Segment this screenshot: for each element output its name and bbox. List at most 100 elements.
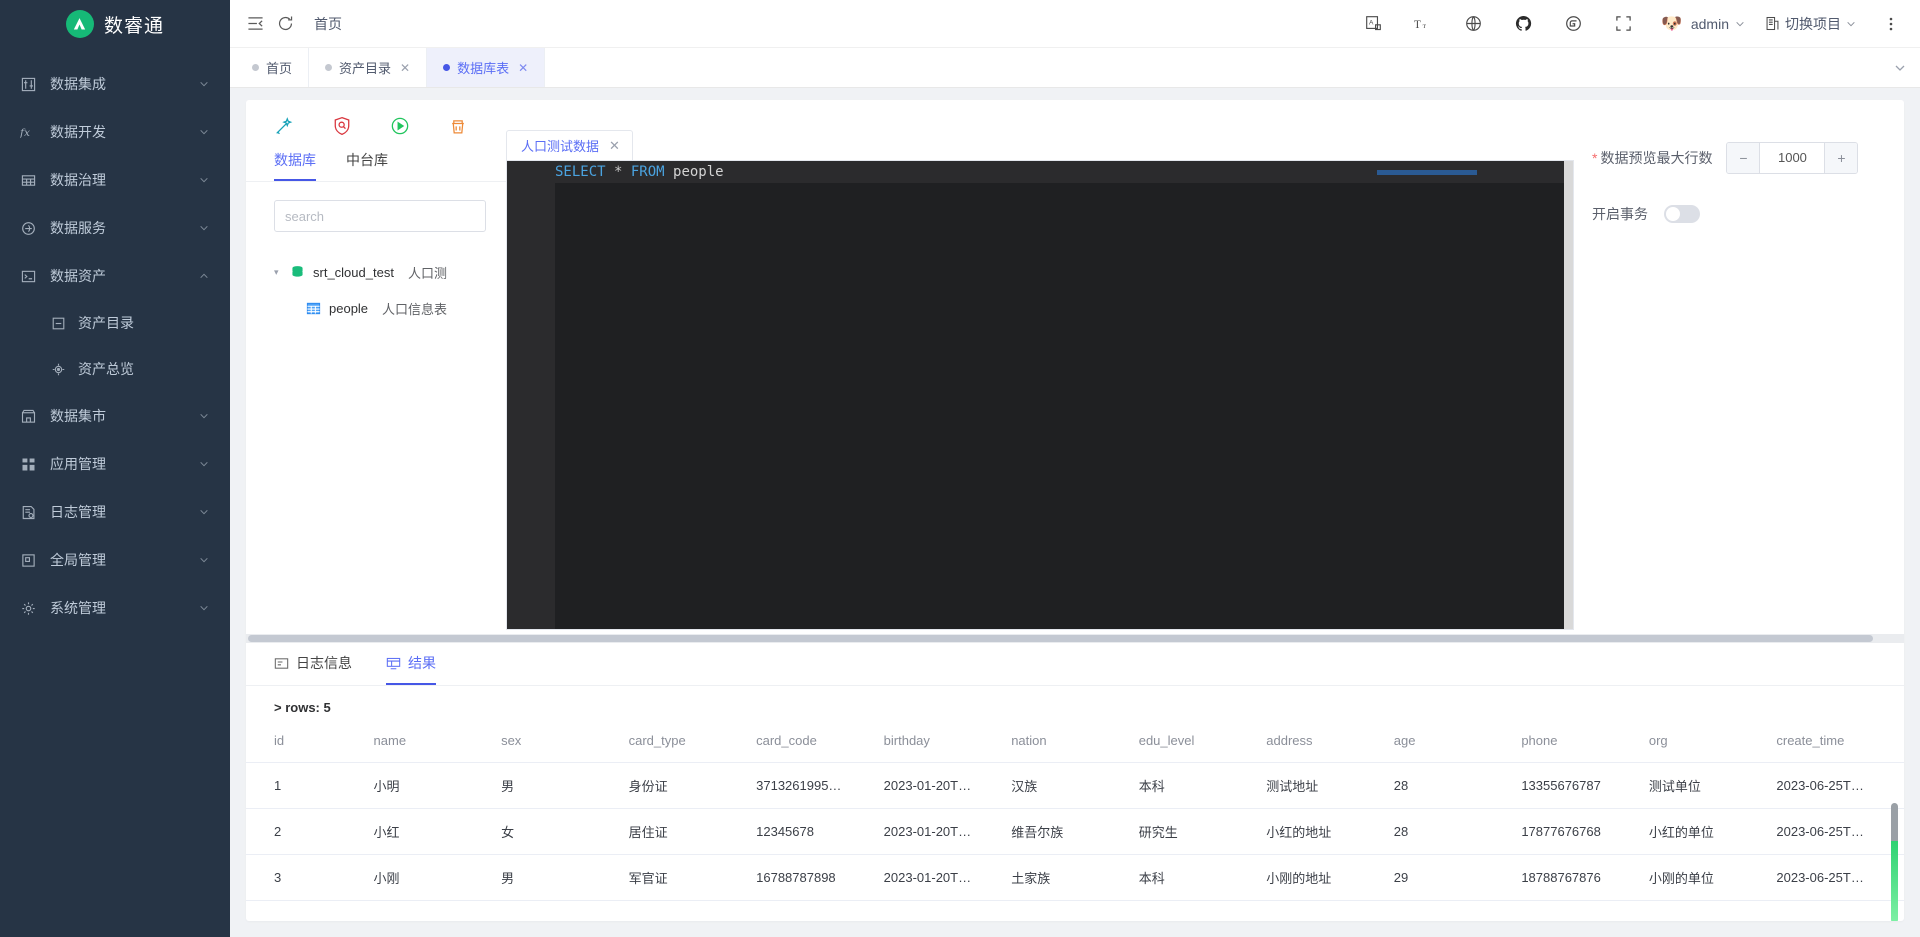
tab-database[interactable]: 数据库 (274, 150, 316, 181)
cell-id: 3 (246, 854, 374, 901)
editor-horizontal-scrollbar[interactable] (246, 634, 1904, 643)
cell-nation: 汉族 (1011, 762, 1139, 809)
search-input[interactable] (274, 200, 486, 232)
table-row[interactable]: 3 小刚 男 军官证 16788787898 2023-01-20T… 土家族 … (246, 854, 1904, 901)
tab-log-info[interactable]: 日志信息 (274, 653, 352, 685)
sidebar-subitem-label: 资产目录 (78, 315, 134, 331)
sidebar-item-label: 日志管理 (50, 504, 106, 520)
tree-node-name: srt_cloud_test (313, 264, 394, 280)
sql-code-editor[interactable]: 1 SELECT * FROM people (506, 160, 1574, 630)
tab-result[interactable]: 结果 (386, 653, 436, 685)
stepper-decrement-button[interactable]: − (1727, 143, 1760, 173)
github-icon[interactable] (1509, 9, 1539, 39)
app-root: 数睿通 数据集成 fx 数据开发 数据治理 数据服务 数据资产 资产目录 资产总… (0, 0, 1920, 937)
column-header-nation[interactable]: nation (1011, 725, 1139, 763)
sidebar-item-data-market[interactable]: 数据集市 (0, 392, 230, 440)
tabs-overflow-chevron-down-icon[interactable] (1880, 48, 1920, 87)
column-header-phone[interactable]: phone (1521, 725, 1649, 763)
column-header-birthday[interactable]: birthday (883, 725, 1012, 763)
required-asterisk: * (1592, 150, 1598, 166)
chevron-down-icon (198, 554, 210, 566)
translate-doc-icon[interactable]: A (1359, 9, 1389, 39)
cell-phone: 17877676768 (1521, 808, 1649, 855)
cell-card-code: 12345678 (756, 808, 884, 855)
sidebar-item-data-assets[interactable]: 数据资产 (0, 252, 230, 300)
global-panel-icon (18, 550, 38, 570)
results-table-wrapper: id name sex card_type card_code birthday… (246, 725, 1904, 921)
scrollbar-thumb-top[interactable] (1891, 803, 1898, 842)
chevron-down-icon (198, 222, 210, 234)
brand-logo[interactable]: 数睿通 (0, 0, 230, 48)
user-menu[interactable]: 🐶 admin (1658, 10, 1745, 37)
magic-wand-icon[interactable] (274, 116, 294, 136)
view-tab-label: 首页 (266, 61, 293, 76)
table-icon (304, 301, 322, 316)
broom-clear-icon[interactable] (448, 116, 468, 136)
scrollbar-thumb-bottom[interactable] (1891, 841, 1898, 921)
fullscreen-icon[interactable] (1609, 9, 1639, 39)
transaction-toggle[interactable] (1664, 205, 1700, 223)
column-header-org[interactable]: org (1648, 725, 1777, 763)
sidebar-item-log-management[interactable]: 日志管理 (0, 488, 230, 536)
query-settings-panel: * 数据预览最大行数 − 1000 + 开启事务 (1574, 100, 1904, 630)
view-tab-asset-catalog[interactable]: 资产目录 ✕ (309, 48, 428, 87)
editor-tab-population-test-data[interactable]: 人口测试数据 ✕ (506, 130, 633, 160)
column-header-name[interactable]: name (373, 725, 502, 763)
column-header-card-type[interactable]: card_type (628, 725, 757, 763)
close-icon[interactable]: ✕ (518, 61, 528, 75)
table-row[interactable]: 2 小红 女 居住证 12345678 2023-01-20T… 维吾尔族 研究… (246, 808, 1904, 855)
close-icon[interactable]: ✕ (609, 138, 620, 154)
sidebar-item-data-integration[interactable]: 数据集成 (0, 60, 230, 108)
shield-search-icon[interactable] (332, 116, 352, 136)
column-header-create-time[interactable]: create_time (1776, 725, 1904, 763)
table-row[interactable]: 1 小明 男 身份证 3713261995… 2023-01-20T… 汉族 本… (246, 762, 1904, 809)
sidebar-item-system-management[interactable]: 系统管理 (0, 584, 230, 632)
menu-collapse-icon[interactable] (240, 9, 270, 39)
stepper-value[interactable]: 1000 (1759, 143, 1826, 173)
scrollbar-thumb[interactable] (248, 635, 1873, 642)
column-header-age[interactable]: age (1393, 725, 1522, 763)
stepper-increment-button[interactable]: + (1825, 143, 1858, 173)
quantity-stepper[interactable]: − 1000 + (1726, 142, 1859, 174)
font-size-icon[interactable]: T т (1409, 9, 1439, 39)
language-globe-icon[interactable] (1459, 9, 1489, 39)
cell-edu-level: 研究生 (1138, 808, 1267, 855)
target-icon (50, 361, 66, 377)
cell-create-time: 2023-06-25T… (1776, 854, 1904, 901)
database-tree: ▾ srt_cloud_test 人口测 people 人口信息表 (246, 232, 506, 326)
sql-keyword-from: FROM (630, 164, 665, 180)
tab-middle-platform-db[interactable]: 中台库 (346, 150, 388, 181)
cell-sex: 男 (501, 854, 629, 901)
sidebar-item-asset-overview[interactable]: 资产总览 (0, 346, 230, 392)
more-vertical-icon[interactable] (1876, 9, 1906, 39)
tree-node-table[interactable]: people 人口信息表 (246, 290, 506, 326)
workspace-upper: 数据库 中台库 ▾ (246, 100, 1904, 630)
view-tab-database-table[interactable]: 数据库表 ✕ (427, 48, 546, 87)
column-header-id[interactable]: id (246, 725, 374, 763)
tabs-filler (545, 48, 1880, 87)
close-icon[interactable]: ✕ (400, 61, 410, 75)
column-header-edu-level[interactable]: edu_level (1138, 725, 1267, 763)
sidebar-item-data-governance[interactable]: 数据治理 (0, 156, 230, 204)
sidebar-item-app-management[interactable]: 应用管理 (0, 440, 230, 488)
results-vertical-scrollbar[interactable] (1891, 803, 1898, 921)
chevron-down-icon (198, 174, 210, 186)
avatar: 🐶 (1658, 10, 1685, 37)
gitee-icon[interactable] (1559, 9, 1589, 39)
project-switcher[interactable]: 切换项目 (1765, 14, 1856, 34)
column-header-card-code[interactable]: card_code (756, 725, 884, 763)
run-play-icon[interactable] (390, 116, 410, 136)
view-tab-home[interactable]: 首页 (236, 48, 310, 87)
svg-text:T: T (1414, 19, 1421, 31)
column-header-address[interactable]: address (1266, 725, 1394, 763)
sidebar-item-data-development[interactable]: fx 数据开发 (0, 108, 230, 156)
sidebar-item-data-service[interactable]: 数据服务 (0, 204, 230, 252)
sidebar-item-asset-catalog[interactable]: 资产目录 (0, 300, 230, 346)
market-icon (18, 406, 38, 426)
sidebar-item-global-management[interactable]: 全局管理 (0, 536, 230, 584)
caret-down-icon[interactable]: ▾ (274, 267, 288, 278)
editor-vertical-scrollbar[interactable] (1564, 161, 1573, 629)
column-header-sex[interactable]: sex (501, 725, 629, 763)
tree-node-database[interactable]: ▾ srt_cloud_test 人口测 (246, 254, 506, 290)
refresh-icon[interactable] (270, 9, 300, 39)
